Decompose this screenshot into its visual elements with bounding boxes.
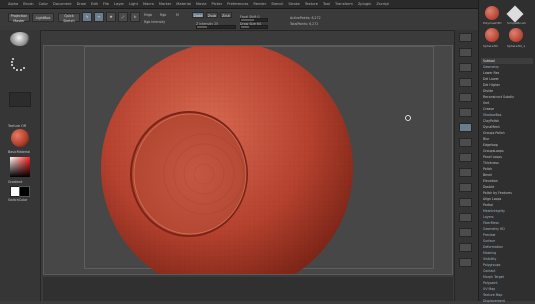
tool-thumb-label-0: Polymesh3D xyxy=(483,21,502,25)
move-button[interactable]: ✥ xyxy=(106,12,116,22)
zoom3d-button[interactable] xyxy=(459,198,472,207)
local-button[interactable] xyxy=(459,138,472,147)
tray-row[interactable]: Displacement xyxy=(481,298,533,304)
menu-item[interactable]: File xyxy=(103,2,109,6)
tool-thumb-label-2: Sphere3D xyxy=(483,44,498,48)
scale-icon: ⤢ xyxy=(121,15,125,19)
menu-item[interactable]: Stencil xyxy=(271,2,283,6)
cursor-icon xyxy=(405,115,411,121)
quick-sketch-button[interactable]: Quick Sketch xyxy=(58,13,80,23)
floor-button[interactable] xyxy=(459,123,472,132)
menu-item[interactable]: Draw xyxy=(77,2,86,6)
material-sphere[interactable] xyxy=(11,129,29,147)
color-picker[interactable] xyxy=(10,157,30,177)
scroll-button[interactable] xyxy=(459,48,472,57)
menu-item[interactable]: Color xyxy=(39,2,48,6)
stroke-dots-icon xyxy=(11,58,25,71)
rgb-intensity-label: Rgb Intensity xyxy=(144,20,166,24)
menu-item[interactable]: Stroke xyxy=(288,2,299,6)
total-points-readout: TotalPoints: 6,272 xyxy=(290,22,319,26)
menu-item[interactable]: Zplugin xyxy=(358,2,372,6)
rotate-icon: ↻ xyxy=(133,15,137,19)
switch-color-label[interactable]: SwitchColor xyxy=(8,198,28,202)
gradient-label: Gradient xyxy=(8,180,23,184)
menu-item[interactable]: Macro xyxy=(143,2,154,6)
menu-item[interactable]: Transform xyxy=(335,2,353,6)
menu-item[interactable]: Texture xyxy=(305,2,318,6)
top-toolbar: Projection Master LightBox Quick Sketch … xyxy=(0,10,478,31)
rotate-button[interactable]: ↻ xyxy=(130,12,140,22)
zcut-toggle[interactable]: Zcut xyxy=(220,12,232,18)
draw-icon: ✏ xyxy=(97,15,101,19)
m-toggle[interactable]: M xyxy=(176,13,179,17)
menu-item[interactable]: Edit xyxy=(91,2,98,6)
persp-button[interactable] xyxy=(459,108,472,117)
menu-item[interactable]: Picker xyxy=(212,2,223,6)
transp-button[interactable] xyxy=(459,243,472,252)
sculpt-sphere[interactable] xyxy=(44,46,453,275)
stroke-thumbnail[interactable] xyxy=(9,55,29,71)
alpha-thumbnail[interactable] xyxy=(9,92,31,107)
secondary-color-swatch[interactable] xyxy=(19,186,30,197)
edit-icon: ✎ xyxy=(85,15,89,19)
brush-thumbnail[interactable] xyxy=(10,32,30,46)
solo-button[interactable] xyxy=(459,258,472,267)
left-shelf: Texture Off BasicMaterial Gradient Switc… xyxy=(0,30,41,301)
menu-item[interactable]: Marker xyxy=(159,2,171,6)
draw-size-slider[interactable] xyxy=(240,25,268,29)
tool-thumb-2[interactable] xyxy=(485,28,499,42)
canvas-viewport[interactable] xyxy=(43,45,453,275)
move-icon: ✥ xyxy=(109,15,113,19)
actual-button[interactable] xyxy=(459,78,472,87)
frame-button[interactable] xyxy=(459,168,472,177)
polyf-button[interactable] xyxy=(459,228,472,237)
tool-thumb-3[interactable] xyxy=(509,28,523,42)
menu-item[interactable]: Render xyxy=(253,2,266,6)
menu-item[interactable]: Tool xyxy=(323,2,330,6)
scale-button[interactable]: ⤢ xyxy=(118,12,128,22)
active-points-readout: ActivePoints: 6,272 xyxy=(290,16,321,20)
tool-thumb-0[interactable] xyxy=(485,6,499,20)
tool-thumb-label-1: SimpleBrush xyxy=(507,21,526,25)
lightbox-button[interactable]: LightBox xyxy=(32,13,54,22)
bottom-shelf xyxy=(43,277,453,301)
menu-item[interactable]: Alpha xyxy=(8,2,18,6)
menu-item[interactable]: Material xyxy=(176,2,191,6)
menu-item[interactable]: Zscript xyxy=(376,2,388,6)
material-label: BasicMaterial xyxy=(8,150,31,154)
tool-palette-tray: Polymesh3D SimpleBrush Sphere3D Sphere3D… xyxy=(478,0,535,303)
tool-thumb-1[interactable] xyxy=(506,5,524,23)
tool-thumb-label-3: Sphere3D_1 xyxy=(507,44,526,48)
menu-item[interactable]: Layer xyxy=(114,2,124,6)
draw-button[interactable]: ✏ xyxy=(94,12,104,22)
right-shelf xyxy=(454,30,479,301)
bpr-button[interactable] xyxy=(459,33,472,42)
texture-off-label: Texture Off xyxy=(8,124,26,128)
lsym-button[interactable] xyxy=(459,153,472,162)
menu-item[interactable]: Preferences xyxy=(227,2,248,6)
menu-item[interactable]: Movie xyxy=(196,2,207,6)
zsub-toggle[interactable]: Zsub xyxy=(206,12,218,18)
z-intensity-slider[interactable] xyxy=(196,25,236,29)
zoom-button[interactable] xyxy=(459,63,472,72)
menu-item[interactable]: Document xyxy=(53,2,72,6)
menu-bar: Alpha Brush Color Document Draw Edit File Layer… xyxy=(0,0,535,9)
menu-item[interactable]: Brush xyxy=(23,2,33,6)
menu-item[interactable]: Light xyxy=(129,2,138,6)
move-view-button[interactable] xyxy=(459,183,472,192)
projection-master-button[interactable]: Projection Master xyxy=(8,13,30,23)
rgb-toggle[interactable]: Rgb xyxy=(160,13,166,17)
zadd-toggle[interactable]: Zadd xyxy=(192,12,204,18)
tray-rows: Subtool Geometry Lower Res Del Lower Del Hig… xyxy=(479,58,535,303)
tool-thumbnails: Polymesh3D SimpleBrush Sphere3D Sphere3D… xyxy=(483,4,533,56)
mrgb-toggle[interactable]: Mrgb xyxy=(144,13,152,17)
rotate-view-button[interactable] xyxy=(459,213,472,222)
aahalf-button[interactable] xyxy=(459,93,472,102)
edit-button[interactable]: ✎ xyxy=(82,12,92,22)
